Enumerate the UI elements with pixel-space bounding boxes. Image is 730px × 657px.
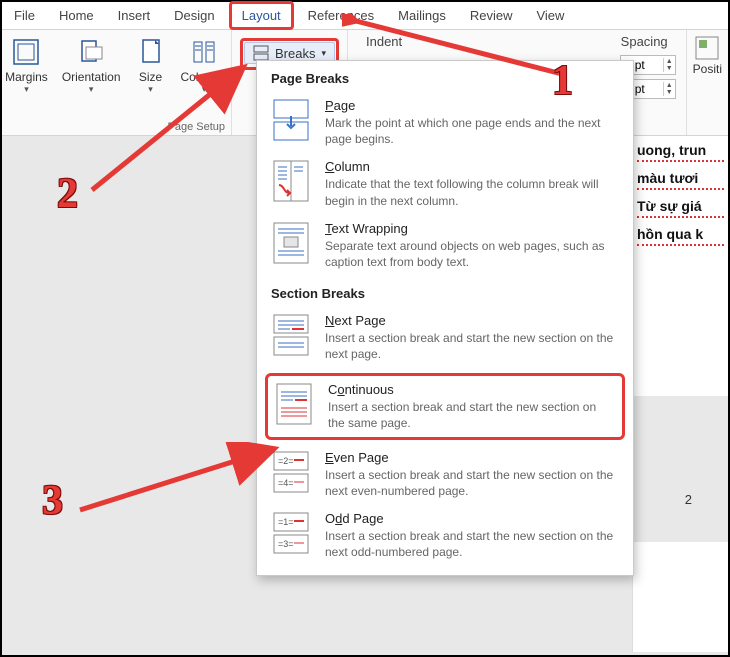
dd-title: Next Page — [325, 313, 615, 328]
doc-text-line: màu tươi — [637, 170, 724, 190]
dd-desc: Mark the point at which one page ends an… — [325, 115, 615, 147]
next-page-icon — [271, 313, 311, 357]
columns-icon — [188, 36, 220, 68]
position-label: Positi — [693, 62, 722, 76]
dd-item-next-page[interactable]: Next Page Insert a section break and star… — [257, 307, 633, 368]
tab-home[interactable]: Home — [47, 2, 106, 29]
tab-mailings[interactable]: Mailings — [386, 2, 458, 29]
dd-title: Column — [325, 159, 615, 174]
columns-button[interactable]: Columns ▾ — [175, 34, 234, 97]
position-icon — [693, 34, 721, 62]
chevron-down-icon: ▾ — [202, 84, 207, 95]
tab-insert[interactable]: Insert — [106, 2, 163, 29]
tab-design[interactable]: Design — [162, 2, 226, 29]
doc-text-line: Từ sự giá — [637, 198, 724, 218]
doc-text-line: uong, trun — [637, 142, 724, 162]
spacing-label: Spacing — [621, 34, 668, 49]
page-breaks-title: Page Breaks — [257, 61, 633, 92]
svg-text:=4=: =4= — [278, 478, 294, 488]
chevron-down-icon: ▾ — [321, 48, 326, 59]
orientation-icon — [75, 36, 107, 68]
margins-label: Margins — [5, 70, 48, 84]
tab-review[interactable]: Review — [458, 2, 525, 29]
dd-desc: Insert a section break and start the new… — [328, 399, 616, 431]
spinner-arrows[interactable]: ▲▼ — [663, 82, 675, 96]
spinner-arrows[interactable]: ▲▼ — [663, 58, 675, 72]
tab-references[interactable]: References — [296, 2, 386, 29]
dd-desc: Indicate that the text following the col… — [325, 176, 615, 208]
page-number: 2 — [685, 492, 692, 507]
dd-item-odd-page[interactable]: =1= =3= Odd Page Insert a section break an… — [257, 505, 633, 566]
doc-text-line: hồn qua k — [637, 226, 724, 246]
tab-layout[interactable]: Layout — [229, 1, 294, 30]
column-break-icon — [271, 159, 311, 203]
svg-text:=2=: =2= — [278, 456, 294, 466]
dd-item-even-page[interactable]: =2= =4= Even Page Insert a section break a… — [257, 444, 633, 505]
even-page-icon: =2= =4= — [271, 450, 311, 494]
document-next-page — [632, 542, 728, 652]
size-label: Size — [139, 70, 162, 84]
margins-button[interactable]: Margins ▾ — [0, 34, 54, 97]
dd-item-text-wrapping[interactable]: Text Wrapping Separate text around object… — [257, 215, 633, 276]
dd-desc: Insert a section break and start the new… — [325, 330, 615, 362]
dd-item-continuous[interactable]: Continuous Insert a section break and sta… — [265, 373, 625, 440]
dd-item-column[interactable]: Column Indicate that the text following t… — [257, 153, 633, 214]
annotation-number-1: 1 — [552, 57, 573, 105]
orientation-label: Orientation — [62, 70, 121, 84]
dd-item-page[interactable]: PageMark the point at which one page end… — [257, 92, 633, 153]
svg-text:=3=: =3= — [278, 539, 294, 549]
chevron-down-icon: ▾ — [24, 84, 29, 95]
dd-title: Odd Page — [325, 511, 615, 526]
dd-desc: Separate text around objects on web page… — [325, 238, 615, 270]
tab-file[interactable]: File — [2, 2, 47, 29]
tab-view[interactable]: View — [524, 2, 576, 29]
columns-label: Columns — [181, 70, 228, 84]
chevron-down-icon: ▾ — [148, 84, 153, 95]
document-page-content: uong, trun màu tươi Từ sự giá hồn qua k — [632, 136, 728, 396]
annotation-arrow-3 — [72, 442, 282, 522]
dd-title: Text Wrapping — [325, 221, 615, 236]
breaks-dropdown: Page Breaks PageMark the point at which … — [256, 60, 634, 576]
page-break-icon — [271, 98, 311, 142]
breaks-icon — [253, 45, 269, 61]
orientation-button[interactable]: Orientation ▾ — [56, 34, 127, 97]
indent-label: Indent — [366, 34, 402, 49]
svg-text:=1=: =1= — [278, 517, 294, 527]
annotation-number-2: 2 — [57, 170, 78, 218]
position-button[interactable]: Positi — [686, 30, 728, 135]
continuous-icon — [274, 382, 314, 426]
group-label-page-setup: Page Setup — [168, 117, 226, 133]
text-wrapping-icon — [271, 221, 311, 265]
dd-title: Continuous — [328, 382, 616, 397]
size-icon — [135, 36, 167, 68]
dd-desc: Insert a section break and start the new… — [325, 528, 615, 560]
annotation-number-3: 3 — [42, 477, 63, 525]
breaks-label: Breaks — [275, 46, 315, 61]
size-button[interactable]: Size ▾ — [129, 34, 173, 97]
group-page-setup: Margins ▾ Orientation ▾ Size ▾ — [2, 30, 232, 135]
chevron-down-icon: ▾ — [89, 84, 94, 95]
dd-title: Even Page — [325, 450, 615, 465]
section-breaks-title: Section Breaks — [257, 276, 633, 307]
odd-page-icon: =1= =3= — [271, 511, 311, 555]
tab-strip: File Home Insert Design Layout Reference… — [2, 2, 728, 30]
dd-desc: Insert a section break and start the new… — [325, 467, 615, 499]
margins-icon — [10, 36, 42, 68]
